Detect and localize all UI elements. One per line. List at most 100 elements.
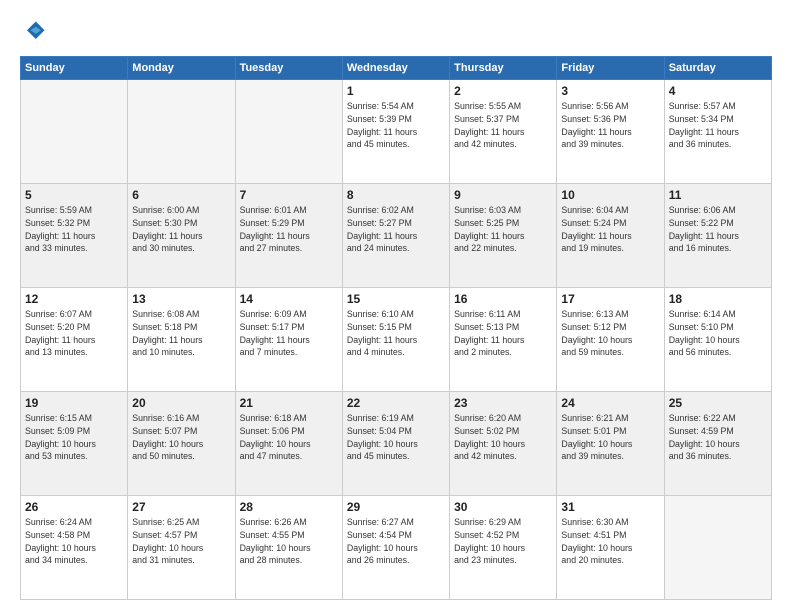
- day-info: Sunrise: 6:21 AM Sunset: 5:01 PM Dayligh…: [561, 412, 659, 463]
- day-info: Sunrise: 6:00 AM Sunset: 5:30 PM Dayligh…: [132, 204, 230, 255]
- calendar-cell: 21 Sunrise: 6:18 AM Sunset: 5:06 PM Dayli…: [235, 392, 342, 496]
- day-number: 13: [132, 292, 230, 306]
- calendar-cell: 13 Sunrise: 6:08 AM Sunset: 5:18 PM Dayli…: [128, 288, 235, 392]
- day-info: Sunrise: 6:02 AM Sunset: 5:27 PM Dayligh…: [347, 204, 445, 255]
- day-info: Sunrise: 6:08 AM Sunset: 5:18 PM Dayligh…: [132, 308, 230, 359]
- day-info: Sunrise: 6:18 AM Sunset: 5:06 PM Dayligh…: [240, 412, 338, 463]
- day-info: Sunrise: 6:10 AM Sunset: 5:15 PM Dayligh…: [347, 308, 445, 359]
- weekday-header-tuesday: Tuesday: [235, 57, 342, 80]
- day-info: Sunrise: 6:09 AM Sunset: 5:17 PM Dayligh…: [240, 308, 338, 359]
- calendar-cell: 20Sunrise: 6:16 AM Sunset: 5:07 PM Dayli…: [128, 392, 235, 496]
- calendar-cell: 8 Sunrise: 6:02 AM Sunset: 5:27 PM Daylig…: [342, 184, 449, 288]
- calendar-cell: 7 Sunrise: 6:01 AM Sunset: 5:29 PM Daylig…: [235, 184, 342, 288]
- day-number: 5: [25, 188, 123, 202]
- day-number: 11: [669, 188, 767, 202]
- calendar-cell: 25 Sunrise: 6:22 AM Sunset: 4:59 PM Dayli…: [664, 392, 771, 496]
- weekday-header-wednesday: Wednesday: [342, 57, 449, 80]
- day-info: Sunrise: 6:14 AM Sunset: 5:10 PM Dayligh…: [669, 308, 767, 359]
- day-number: 15: [347, 292, 445, 306]
- day-number: 26: [25, 500, 123, 514]
- day-number: 18: [669, 292, 767, 306]
- day-number: 28: [240, 500, 338, 514]
- calendar-table: SundayMondayTuesdayWednesdayThursdayFrid…: [20, 56, 772, 600]
- calendar-cell: 26 Sunrise: 6:24 AM Sunset: 4:58 PM Dayli…: [21, 496, 128, 600]
- day-info: Sunrise: 6:30 AM Sunset: 4:51 PM Dayligh…: [561, 516, 659, 567]
- day-info: Sunrise: 5:59 AM Sunset: 5:32 PM Dayligh…: [25, 204, 123, 255]
- header: [20, 18, 772, 46]
- calendar-cell: 22Sunrise: 6:19 AM Sunset: 5:04 PM Dayli…: [342, 392, 449, 496]
- day-info: Sunrise: 6:22 AM Sunset: 4:59 PM Dayligh…: [669, 412, 767, 463]
- weekday-header-saturday: Saturday: [664, 57, 771, 80]
- day-info: Sunrise: 5:56 AM Sunset: 5:36 PM Dayligh…: [561, 100, 659, 151]
- week-row-5: 26 Sunrise: 6:24 AM Sunset: 4:58 PM Dayli…: [21, 496, 772, 600]
- weekday-header-thursday: Thursday: [450, 57, 557, 80]
- calendar-cell: 18 Sunrise: 6:14 AM Sunset: 5:10 PM Dayli…: [664, 288, 771, 392]
- day-info: Sunrise: 6:07 AM Sunset: 5:20 PM Dayligh…: [25, 308, 123, 359]
- day-number: 14: [240, 292, 338, 306]
- day-number: 2: [454, 84, 552, 98]
- day-number: 10: [561, 188, 659, 202]
- calendar-cell: 10 Sunrise: 6:04 AM Sunset: 5:24 PM Dayli…: [557, 184, 664, 288]
- calendar-cell: 16Sunrise: 6:11 AM Sunset: 5:13 PM Dayli…: [450, 288, 557, 392]
- calendar-cell: 29Sunrise: 6:27 AM Sunset: 4:54 PM Dayli…: [342, 496, 449, 600]
- weekday-header-row: SundayMondayTuesdayWednesdayThursdayFrid…: [21, 57, 772, 80]
- weekday-header-friday: Friday: [557, 57, 664, 80]
- day-number: 27: [132, 500, 230, 514]
- day-number: 4: [669, 84, 767, 98]
- calendar-cell: 24Sunrise: 6:21 AM Sunset: 5:01 PM Dayli…: [557, 392, 664, 496]
- calendar-cell: 27 Sunrise: 6:25 AM Sunset: 4:57 PM Dayli…: [128, 496, 235, 600]
- week-row-4: 19Sunrise: 6:15 AM Sunset: 5:09 PM Dayli…: [21, 392, 772, 496]
- calendar-cell: 11 Sunrise: 6:06 AM Sunset: 5:22 PM Dayli…: [664, 184, 771, 288]
- day-number: 8: [347, 188, 445, 202]
- logo: [20, 18, 52, 46]
- weekday-header-monday: Monday: [128, 57, 235, 80]
- calendar-cell: 2 Sunrise: 5:55 AM Sunset: 5:37 PM Daylig…: [450, 80, 557, 184]
- day-info: Sunrise: 6:04 AM Sunset: 5:24 PM Dayligh…: [561, 204, 659, 255]
- calendar-cell: 31 Sunrise: 6:30 AM Sunset: 4:51 PM Dayli…: [557, 496, 664, 600]
- day-number: 30: [454, 500, 552, 514]
- calendar-cell: 12Sunrise: 6:07 AM Sunset: 5:20 PM Dayli…: [21, 288, 128, 392]
- day-info: Sunrise: 6:29 AM Sunset: 4:52 PM Dayligh…: [454, 516, 552, 567]
- day-number: 7: [240, 188, 338, 202]
- day-info: Sunrise: 6:13 AM Sunset: 5:12 PM Dayligh…: [561, 308, 659, 359]
- day-info: Sunrise: 6:15 AM Sunset: 5:09 PM Dayligh…: [25, 412, 123, 463]
- day-info: Sunrise: 6:20 AM Sunset: 5:02 PM Dayligh…: [454, 412, 552, 463]
- week-row-3: 12Sunrise: 6:07 AM Sunset: 5:20 PM Dayli…: [21, 288, 772, 392]
- day-info: Sunrise: 5:54 AM Sunset: 5:39 PM Dayligh…: [347, 100, 445, 151]
- day-info: Sunrise: 6:27 AM Sunset: 4:54 PM Dayligh…: [347, 516, 445, 567]
- day-info: Sunrise: 6:25 AM Sunset: 4:57 PM Dayligh…: [132, 516, 230, 567]
- calendar-cell: 6Sunrise: 6:00 AM Sunset: 5:30 PM Daylig…: [128, 184, 235, 288]
- day-info: Sunrise: 6:06 AM Sunset: 5:22 PM Dayligh…: [669, 204, 767, 255]
- calendar-cell: 23 Sunrise: 6:20 AM Sunset: 5:02 PM Dayli…: [450, 392, 557, 496]
- calendar-cell: [128, 80, 235, 184]
- day-number: 31: [561, 500, 659, 514]
- day-number: 23: [454, 396, 552, 410]
- week-row-1: 1 Sunrise: 5:54 AM Sunset: 5:39 PM Daylig…: [21, 80, 772, 184]
- calendar-cell: 30 Sunrise: 6:29 AM Sunset: 4:52 PM Dayli…: [450, 496, 557, 600]
- day-number: 20: [132, 396, 230, 410]
- week-row-2: 5 Sunrise: 5:59 AM Sunset: 5:32 PM Daylig…: [21, 184, 772, 288]
- calendar-cell: 4 Sunrise: 5:57 AM Sunset: 5:34 PM Daylig…: [664, 80, 771, 184]
- weekday-header-sunday: Sunday: [21, 57, 128, 80]
- calendar-cell: 3Sunrise: 5:56 AM Sunset: 5:36 PM Daylig…: [557, 80, 664, 184]
- day-number: 25: [669, 396, 767, 410]
- calendar-cell: 14 Sunrise: 6:09 AM Sunset: 5:17 PM Dayli…: [235, 288, 342, 392]
- calendar-cell: [235, 80, 342, 184]
- logo-icon: [20, 18, 48, 46]
- day-info: Sunrise: 6:03 AM Sunset: 5:25 PM Dayligh…: [454, 204, 552, 255]
- day-number: 1: [347, 84, 445, 98]
- calendar-cell: [664, 496, 771, 600]
- calendar-cell: 28Sunrise: 6:26 AM Sunset: 4:55 PM Dayli…: [235, 496, 342, 600]
- page: SundayMondayTuesdayWednesdayThursdayFrid…: [0, 0, 792, 612]
- calendar-cell: 1 Sunrise: 5:54 AM Sunset: 5:39 PM Daylig…: [342, 80, 449, 184]
- day-info: Sunrise: 6:24 AM Sunset: 4:58 PM Dayligh…: [25, 516, 123, 567]
- calendar-cell: 15 Sunrise: 6:10 AM Sunset: 5:15 PM Dayli…: [342, 288, 449, 392]
- day-info: Sunrise: 5:57 AM Sunset: 5:34 PM Dayligh…: [669, 100, 767, 151]
- day-number: 16: [454, 292, 552, 306]
- day-number: 21: [240, 396, 338, 410]
- calendar-cell: 17 Sunrise: 6:13 AM Sunset: 5:12 PM Dayli…: [557, 288, 664, 392]
- day-info: Sunrise: 6:01 AM Sunset: 5:29 PM Dayligh…: [240, 204, 338, 255]
- calendar-cell: 5 Sunrise: 5:59 AM Sunset: 5:32 PM Daylig…: [21, 184, 128, 288]
- day-info: Sunrise: 5:55 AM Sunset: 5:37 PM Dayligh…: [454, 100, 552, 151]
- day-number: 17: [561, 292, 659, 306]
